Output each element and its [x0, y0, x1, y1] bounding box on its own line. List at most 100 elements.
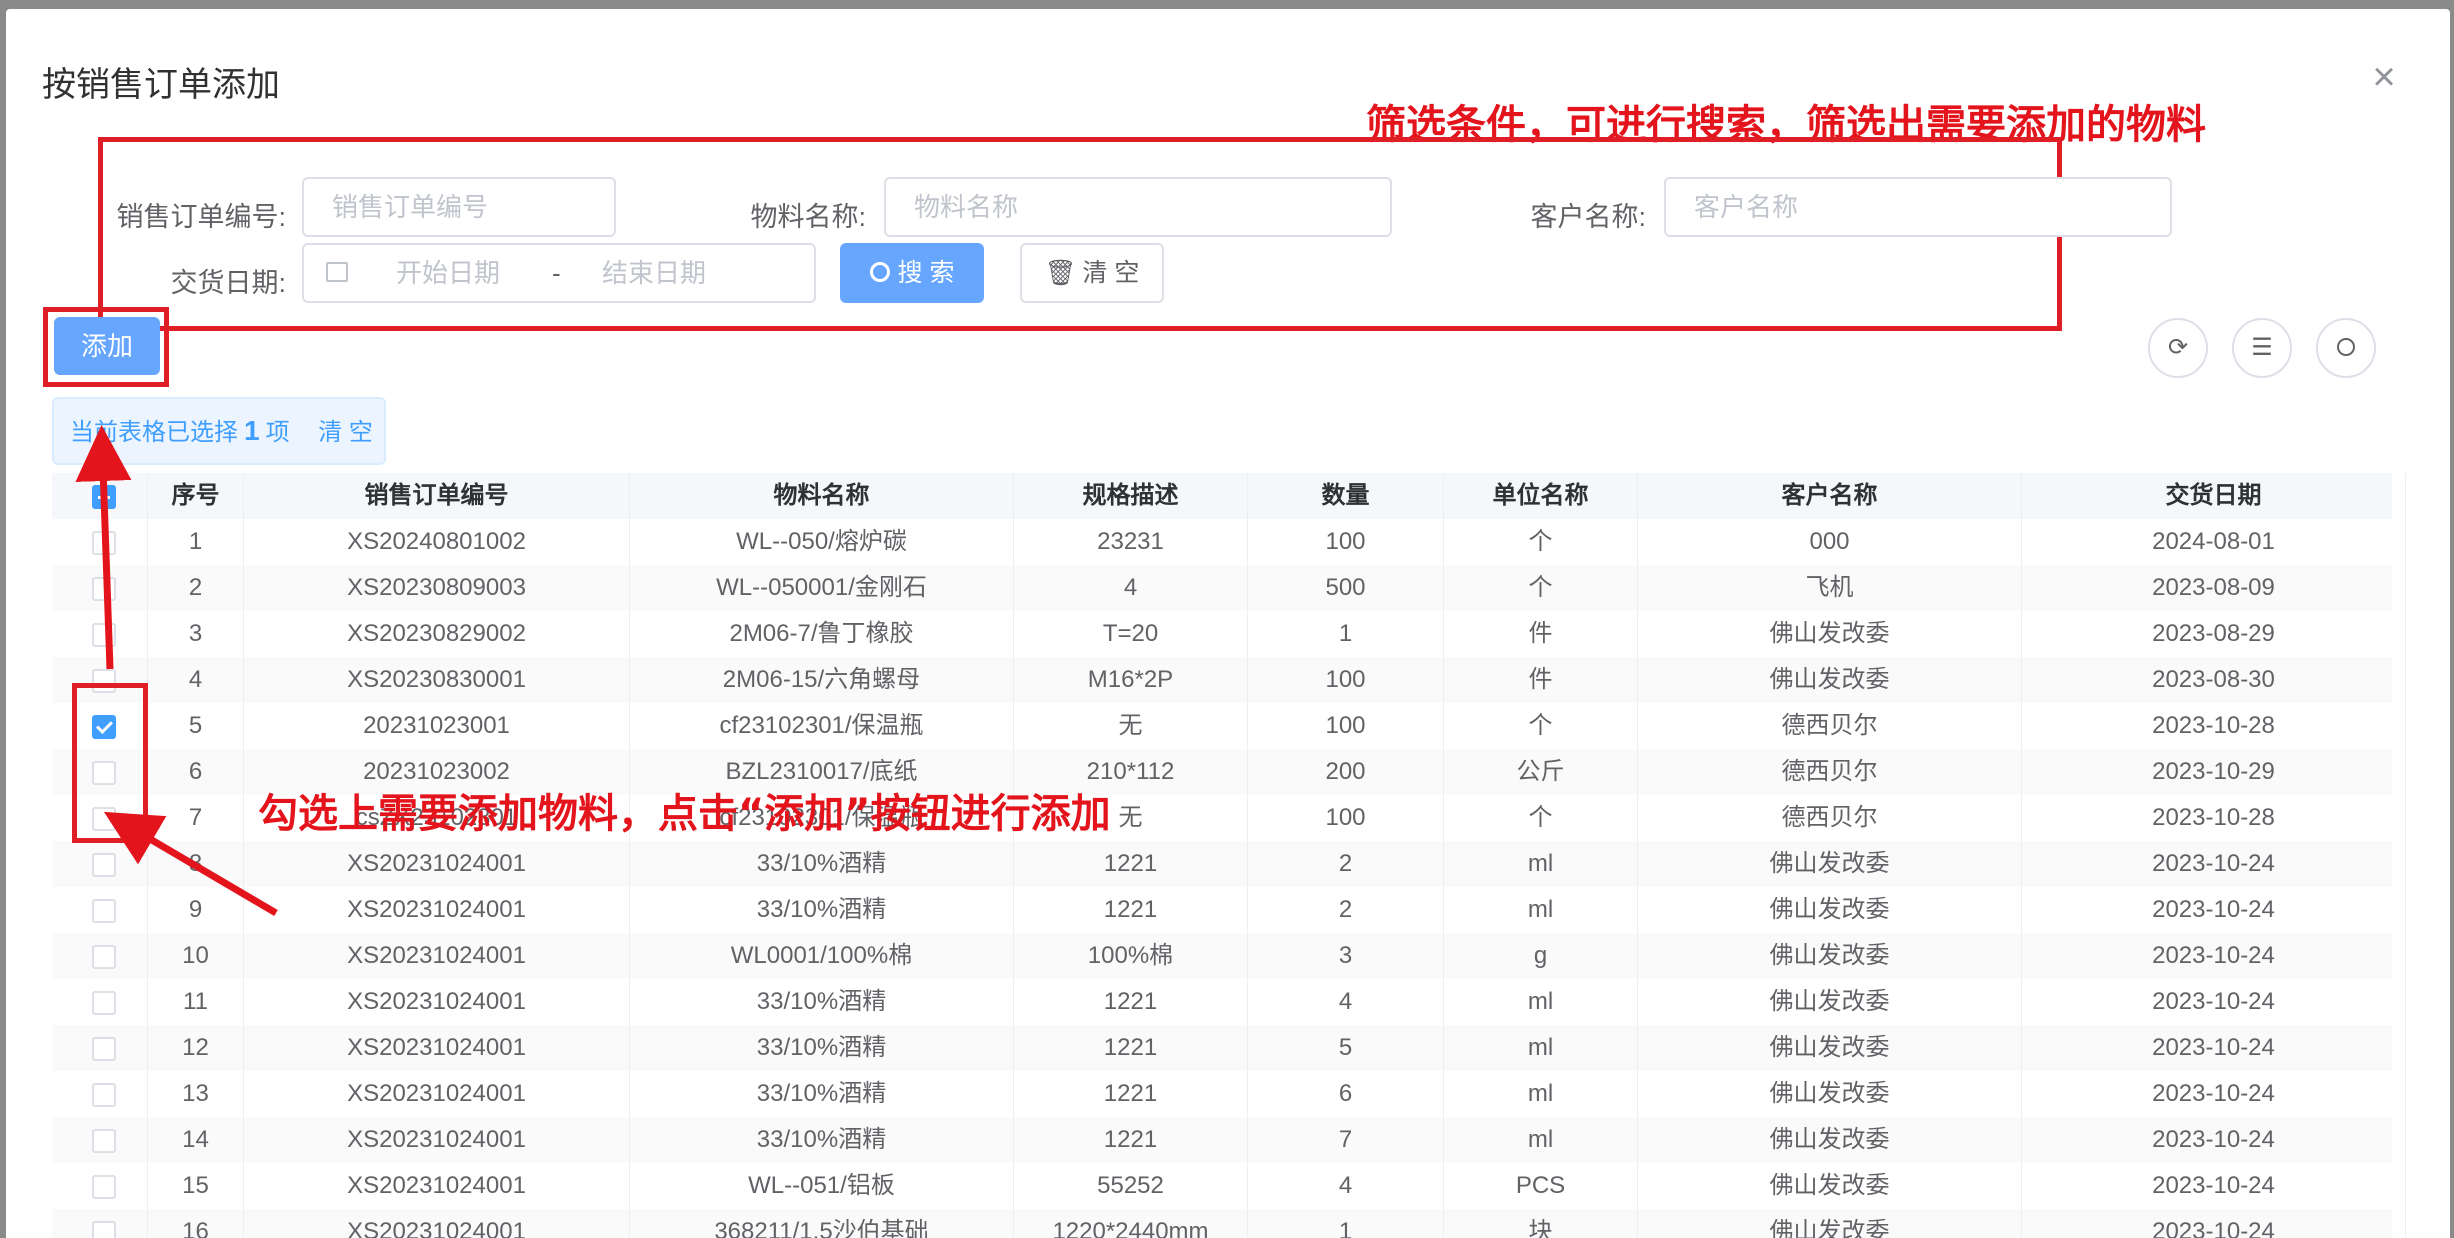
table-cell: XS20230830001: [244, 657, 630, 703]
row-select-cell[interactable]: [52, 1209, 148, 1238]
select-all-checkbox[interactable]: [92, 485, 116, 509]
order-no-field[interactable]: [330, 191, 590, 224]
table-cell: 14: [148, 1117, 244, 1163]
search-icon[interactable]: [2316, 318, 2376, 378]
annotation-add-box: [43, 307, 169, 387]
row-select-cell[interactable]: [52, 979, 148, 1025]
table-cell: 11: [148, 979, 244, 1025]
row-select-cell[interactable]: [52, 1117, 148, 1163]
table-row[interactable]: 15 XS20231024001 WL--051/铝板 55252 4 PCS 佛山发改委 2…: [52, 1163, 2406, 1210]
calendar-icon: [326, 262, 348, 282]
table-cell: 1221: [1014, 1071, 1248, 1117]
table-cell: ml: [1444, 887, 1638, 933]
row-select-cell[interactable]: [52, 1071, 148, 1117]
table-row[interactable]: 5 20231023001 cf23102301/保温瓶无 100 个德西贝尔 2023-…: [52, 703, 2406, 750]
table-cell: 件: [1444, 657, 1638, 703]
table-row[interactable]: 1 XS20240801002 WL--050/熔炉碳 23231 100 个 000 202…: [52, 519, 2406, 566]
order-no-input[interactable]: [302, 177, 616, 237]
table-row[interactable]: 14 XS20231024001 33/10%酒精 1221 7 ml 佛山发改委 2023-…: [52, 1117, 2406, 1164]
table-cell: 飞机: [1638, 565, 2022, 611]
row-checkbox[interactable]: [92, 577, 116, 601]
row-select-cell[interactable]: [52, 887, 148, 933]
dialog: 按销售订单添加 × 筛选条件，可进行搜索，筛选出需要添加的物料 销售订单编号: …: [6, 9, 2450, 1238]
table-cell: 2023-10-24: [2022, 1117, 2406, 1163]
row-checkbox[interactable]: [92, 1037, 116, 1061]
row-select-cell[interactable]: [52, 933, 148, 979]
row-select-cell[interactable]: [52, 565, 148, 611]
table-cell: 2: [148, 565, 244, 611]
row-checkbox[interactable]: [92, 623, 116, 647]
table-row[interactable]: 16 XS20231024001 368211/1.5沙伯基础 1220*2440mm…: [52, 1209, 2406, 1238]
table-cell: 佛山发改委: [1638, 657, 2022, 703]
table-cell: 2024-08-01: [2022, 519, 2406, 565]
row-select-cell[interactable]: [52, 841, 148, 887]
search-button[interactable]: 搜 索: [840, 243, 984, 303]
row-checkbox[interactable]: [92, 1083, 116, 1107]
table-cell: 2023-10-24: [2022, 841, 2406, 887]
table-cell: ml: [1444, 1071, 1638, 1117]
table-cell: 2023-08-09: [2022, 565, 2406, 611]
row-select-cell[interactable]: [52, 1025, 148, 1071]
clear-button[interactable]: 🗑 清 空: [1020, 243, 1164, 303]
close-icon[interactable]: ×: [2366, 57, 2402, 97]
column-header: 交货日期: [2022, 473, 2406, 519]
end-date-placeholder[interactable]: 结束日期: [602, 245, 706, 301]
select-all-cell[interactable]: [52, 473, 148, 519]
table-cell: cf23102301/保温瓶: [630, 703, 1014, 749]
table-cell: WL--051/铝板: [630, 1163, 1014, 1209]
row-select-cell[interactable]: [52, 1163, 148, 1209]
table-cell: ml: [1444, 979, 1638, 1025]
start-date-placeholder[interactable]: 开始日期: [396, 245, 500, 301]
table-cell: 2023-10-24: [2022, 1163, 2406, 1209]
table-cell: 33/10%酒精: [630, 1117, 1014, 1163]
row-select-cell[interactable]: [52, 519, 148, 565]
row-select-cell[interactable]: [52, 611, 148, 657]
table-row[interactable]: 13 XS20231024001 33/10%酒精 1221 6 ml 佛山发改委 2023-…: [52, 1071, 2406, 1118]
refresh-icon[interactable]: ⟳: [2148, 318, 2208, 378]
date-range-picker[interactable]: 开始日期 - 结束日期: [302, 243, 816, 303]
row-checkbox[interactable]: [92, 1175, 116, 1199]
customer-input[interactable]: [1664, 177, 2172, 237]
row-checkbox[interactable]: [92, 991, 116, 1015]
table-cell: 368211/1.5沙伯基础: [630, 1209, 1014, 1238]
table-row[interactable]: 2 XS20230809003 WL--050001/金刚石 4 500 个飞机 2023-…: [52, 565, 2406, 612]
table-cell: PCS: [1444, 1163, 1638, 1209]
row-checkbox[interactable]: [92, 1221, 116, 1238]
row-checkbox[interactable]: [92, 531, 116, 555]
table-row[interactable]: 8 XS20231024001 33/10%酒精 1221 2 ml 佛山发改委 2023-1…: [52, 841, 2406, 888]
table-row[interactable]: 4 XS20230830001 2M06-15/六角螺母 M16*2P 100 件佛山发改…: [52, 657, 2406, 704]
selection-clear-link[interactable]: 清 空: [318, 419, 373, 446]
column-header: 客户名称: [1638, 473, 2022, 519]
table-row[interactable]: 11 XS20231024001 33/10%酒精 1221 4 ml 佛山发改委 2023-…: [52, 979, 2406, 1026]
table-cell: 12: [148, 1025, 244, 1071]
sliders-icon[interactable]: ☰: [2232, 318, 2292, 378]
table-cell: XS20231024001: [244, 1025, 630, 1071]
table-cell: XS20231024001: [244, 1071, 630, 1117]
table-cell: 9: [148, 887, 244, 933]
table-cell: 1221: [1014, 979, 1248, 1025]
table-cell: 1: [148, 519, 244, 565]
table-cell: 20231023001: [244, 703, 630, 749]
material-field[interactable]: [912, 191, 1347, 224]
row-checkbox[interactable]: [92, 853, 116, 877]
table-row[interactable]: 3 XS20230829002 2M06-7/鲁丁橡胶 T=20 1 件佛山发改委 2023…: [52, 611, 2406, 658]
table-cell: 6: [148, 749, 244, 795]
table-row[interactable]: 10 XS20231024001 WL0001/100%棉 100%棉 3 g 佛山发改委 2…: [52, 933, 2406, 980]
table-cell: 55252: [1014, 1163, 1248, 1209]
customer-field[interactable]: [1692, 191, 2127, 224]
row-checkbox[interactable]: [92, 1129, 116, 1153]
table-cell: 1221: [1014, 1025, 1248, 1071]
table-row[interactable]: 9 XS20231024001 33/10%酒精 1221 2 ml 佛山发改委 2023-1…: [52, 887, 2406, 934]
range-separator: -: [552, 258, 561, 288]
table-cell: 8: [148, 841, 244, 887]
row-checkbox[interactable]: [92, 945, 116, 969]
table-cell: ml: [1444, 1025, 1638, 1071]
table-row[interactable]: 12 XS20231024001 33/10%酒精 1221 5 ml 佛山发改委 2023-…: [52, 1025, 2406, 1072]
column-header: 物料名称: [630, 473, 1014, 519]
table-cell: 3: [148, 611, 244, 657]
table-cell: WL--050001/金刚石: [630, 565, 1014, 611]
material-input[interactable]: [884, 177, 1392, 237]
row-checkbox[interactable]: [92, 899, 116, 923]
table-cell: 德西贝尔: [1638, 749, 2022, 795]
table-cell: 2: [1248, 841, 1444, 887]
